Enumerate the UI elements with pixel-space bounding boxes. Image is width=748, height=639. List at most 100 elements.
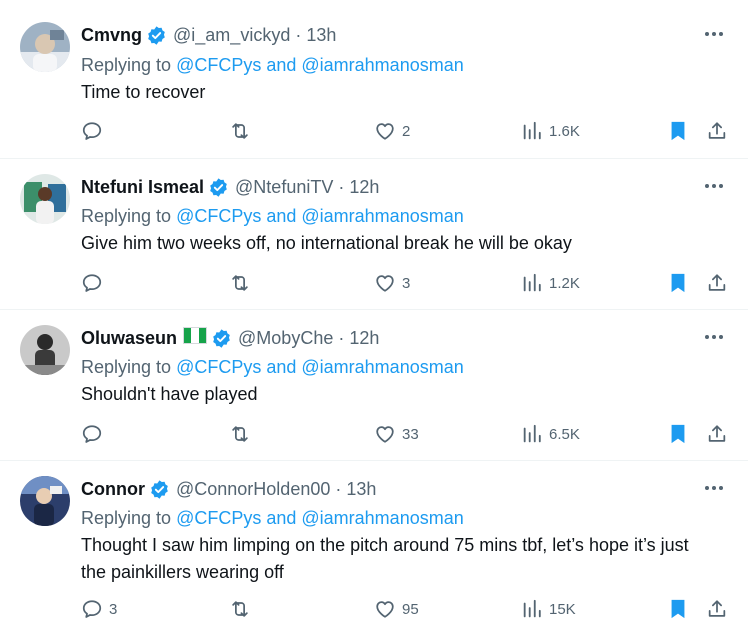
views-chart-icon — [523, 273, 541, 292]
reply-button[interactable] — [81, 419, 109, 449]
retweet-icon — [232, 275, 248, 291]
timestamp[interactable]: 13h — [346, 479, 376, 500]
bookmark-button[interactable] — [668, 419, 688, 449]
more-options-icon[interactable] — [702, 22, 726, 46]
share-icon — [708, 122, 726, 139]
replying-label: Replying to — [81, 356, 172, 377]
display-name[interactable]: Cmvng — [81, 25, 142, 46]
views-button[interactable]: 15K — [521, 594, 576, 624]
share-button[interactable] — [706, 594, 728, 624]
retweet-button[interactable] — [228, 419, 252, 449]
and-text: and — [266, 356, 297, 377]
bookmark-icon — [671, 424, 685, 444]
retweet-icon — [232, 123, 248, 139]
heart-icon — [376, 123, 394, 140]
views-button[interactable]: 1.6K — [521, 116, 580, 146]
view-count: 15K — [549, 600, 576, 618]
separator-dot: · — [295, 24, 302, 45]
display-name[interactable]: Ntefuni Ismeal — [81, 177, 204, 198]
separator-dot: · — [338, 176, 345, 197]
tweet-text: Time to recover — [81, 82, 206, 102]
bookmark-button[interactable] — [668, 594, 688, 624]
more-options-icon[interactable] — [702, 476, 726, 500]
like-count: 2 — [402, 122, 411, 140]
tweet-text: Shouldn't have played — [81, 384, 258, 404]
replying-to: Replying to @CFCPys and @iamrahmanosman — [81, 203, 464, 229]
reply-tweet[interactable]: Cmvng @i_am_vickyd · 13h Replying to @CF… — [0, 0, 748, 159]
retweet-button[interactable] — [228, 116, 252, 146]
user-handle[interactable]: @ConnorHolden00 — [176, 479, 330, 500]
user-handle[interactable]: @NtefuniTV — [235, 177, 333, 198]
replying-to: Replying to @CFCPys and @iamrahmanosman — [81, 505, 464, 531]
avatar[interactable] — [20, 476, 70, 526]
views-button[interactable]: 1.2K — [521, 268, 580, 298]
and-text: and — [266, 507, 297, 528]
timestamp[interactable]: 12h — [349, 177, 379, 198]
share-button[interactable] — [706, 116, 728, 146]
bookmark-button[interactable] — [668, 268, 688, 298]
like-button[interactable]: 95 — [374, 594, 419, 624]
like-button[interactable]: 3 — [374, 268, 410, 298]
reply-icon — [82, 122, 102, 140]
timestamp[interactable]: 12h — [349, 328, 379, 349]
share-icon — [708, 274, 726, 291]
avatar[interactable] — [20, 325, 70, 375]
timestamp[interactable]: 13h — [306, 25, 336, 46]
tweet-text: Give him two weeks off, no international… — [81, 233, 572, 253]
bookmark-icon — [671, 273, 685, 293]
mention-link[interactable]: @iamrahmanosman — [301, 508, 463, 529]
verified-badge-icon — [211, 328, 232, 349]
mention-link[interactable]: @CFCPys — [176, 206, 261, 227]
avatar[interactable] — [20, 22, 70, 72]
retweet-button[interactable] — [228, 594, 252, 624]
display-name[interactable]: Connor — [81, 479, 145, 500]
replying-to: Replying to @CFCPys and @iamrahmanosman — [81, 354, 464, 380]
heart-icon — [376, 426, 394, 443]
reply-button[interactable] — [81, 116, 109, 146]
and-text: and — [266, 205, 297, 226]
like-button[interactable]: 33 — [374, 419, 419, 449]
mention-link[interactable]: @CFCPys — [176, 508, 261, 529]
action-bar: 3 95 15K — [0, 594, 748, 624]
avatar[interactable] — [20, 174, 70, 224]
mention-link[interactable]: @iamrahmanosman — [301, 55, 463, 76]
and-text: and — [266, 54, 297, 75]
share-button[interactable] — [706, 268, 728, 298]
separator-dot: · — [335, 478, 342, 499]
like-count: 95 — [402, 600, 419, 618]
user-handle[interactable]: @i_am_vickyd — [173, 25, 290, 46]
mention-link[interactable]: @iamrahmanosman — [301, 357, 463, 378]
views-button[interactable]: 6.5K — [521, 419, 580, 449]
mention-link[interactable]: @iamrahmanosman — [301, 206, 463, 227]
verified-badge-icon — [149, 479, 170, 500]
separator-dot: · — [338, 327, 345, 348]
bookmark-icon — [671, 599, 685, 619]
views-chart-icon — [523, 121, 541, 140]
nigeria-flag-icon — [183, 327, 208, 349]
more-options-icon[interactable] — [702, 325, 726, 349]
reply-tweet[interactable]: Oluwaseun @MobyChe · 12h Replying to @CF… — [0, 310, 748, 461]
mention-link[interactable]: @CFCPys — [176, 357, 261, 378]
view-count: 6.5K — [549, 425, 580, 443]
like-count: 3 — [402, 274, 411, 292]
like-count: 33 — [402, 425, 419, 443]
share-icon — [708, 600, 726, 617]
view-count: 1.6K — [549, 122, 580, 140]
retweet-icon — [232, 601, 248, 617]
reply-tweet[interactable]: Connor @ConnorHolden00 · 13h Replying to… — [0, 461, 748, 639]
reply-button[interactable] — [81, 268, 109, 298]
like-button[interactable]: 2 — [374, 116, 410, 146]
more-options-icon[interactable] — [702, 174, 726, 198]
retweet-button[interactable] — [228, 268, 252, 298]
reply-icon — [82, 600, 102, 618]
reply-tweet[interactable]: Ntefuni Ismeal @NtefuniTV · 12h Replying… — [0, 159, 748, 310]
tweet-text: Thought I saw him limping on the pitch a… — [81, 535, 689, 582]
user-handle[interactable]: @MobyChe — [238, 328, 333, 349]
mention-link[interactable]: @CFCPys — [176, 55, 261, 76]
bookmark-button[interactable] — [668, 116, 688, 146]
share-button[interactable] — [706, 419, 728, 449]
action-bar: 2 1.6K — [0, 116, 748, 146]
display-name[interactable]: Oluwaseun — [81, 328, 177, 349]
replying-label: Replying to — [81, 205, 172, 226]
reply-button[interactable]: 3 — [81, 594, 117, 624]
